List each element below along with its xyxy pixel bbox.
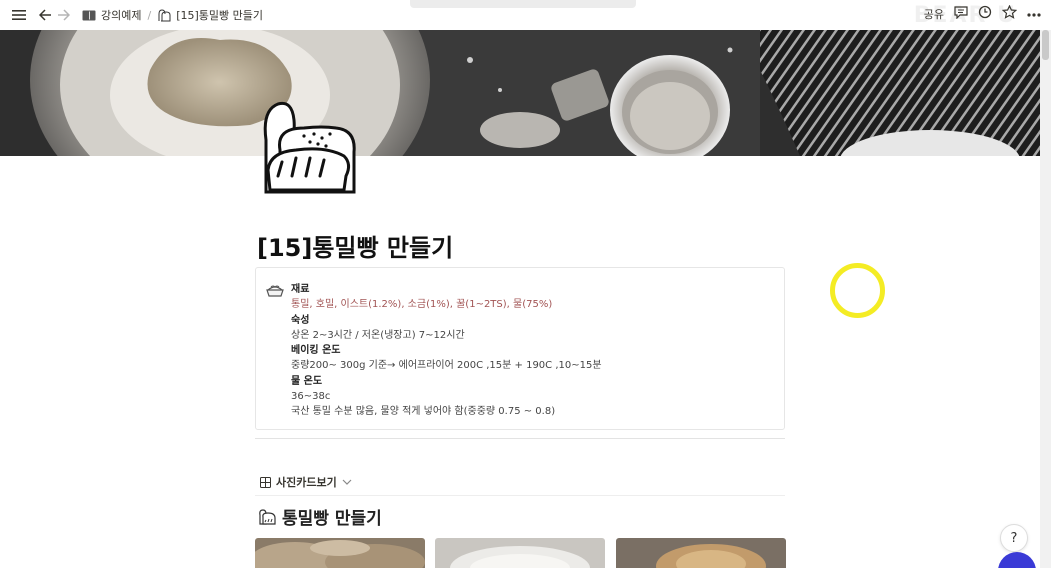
database-title[interactable]: 통밀빵 만들기	[258, 504, 382, 529]
comment-icon[interactable]	[954, 5, 968, 22]
fermentation-text: 상온 2~3시간 / 저온(냉장고) 7~12시간	[291, 329, 465, 341]
breadcrumb-separator: /	[147, 8, 152, 22]
section-heading-fermentation: 숙성	[291, 314, 310, 326]
divider	[255, 438, 785, 439]
page-scrollbar[interactable]	[1040, 30, 1051, 568]
top-right-actions: 공유	[924, 4, 1041, 22]
cursor-highlight	[830, 263, 885, 318]
gallery-view-tab[interactable]: 사진카드보기	[260, 474, 352, 490]
breadcrumb-current-label: [15]통밀빵 만들기	[176, 9, 263, 22]
view-label: 사진카드보기	[276, 476, 337, 489]
section-heading-ingredients: 재료	[291, 284, 310, 295]
menu-icon[interactable]	[10, 6, 28, 24]
gallery-card[interactable]	[435, 538, 605, 568]
chat-support-button[interactable]	[998, 552, 1036, 568]
callout-content: 재료 통밀, 호밀, 이스트(1.2%), 소금(1%), 꿀(1~2TS), …	[291, 282, 602, 420]
bread-page-icon[interactable]	[256, 100, 364, 200]
bread-icon	[259, 508, 276, 525]
cover-image[interactable]	[0, 30, 1040, 156]
database-title-label: 통밀빵 만들기	[282, 509, 382, 529]
breadcrumb-parent-label: 강의예제	[101, 9, 142, 22]
more-options-icon[interactable]	[1027, 7, 1041, 20]
back-arrow-icon[interactable]	[36, 6, 54, 24]
breadcrumb-parent[interactable]: 강의예제	[82, 7, 141, 23]
bread-icon	[158, 8, 171, 21]
gallery-card[interactable]	[616, 538, 786, 568]
view-divider	[255, 495, 785, 496]
baking-temp-text: 중량200~ 300g 기준→ 에어프라이어 200C ,15분 + 190C …	[291, 360, 602, 372]
favorite-star-icon[interactable]	[1001, 4, 1018, 22]
share-button[interactable]: 공유	[924, 6, 944, 22]
page-title[interactable]: [15]통밀빵 만들기	[257, 228, 453, 263]
chevron-down-icon[interactable]	[342, 479, 352, 485]
section-heading-water-temp: 물 온도	[291, 375, 323, 387]
water-note-text: 국산 통밀 수분 많음, 물양 적게 넣어야 함(중중량 0.75 ~ 0.8)	[291, 406, 556, 418]
forward-arrow-icon[interactable]	[54, 6, 72, 24]
section-heading-baking-temp: 베이킹 온도	[291, 345, 341, 357]
water-temp-text: 36~38c	[291, 391, 331, 403]
bread-basket-icon	[266, 282, 284, 298]
book-icon	[82, 10, 96, 20]
top-center-tab	[410, 0, 636, 8]
help-button[interactable]: ?	[1000, 524, 1028, 552]
gallery-card[interactable]	[255, 538, 425, 568]
gallery-grid-icon	[260, 476, 271, 488]
breadcrumb-current[interactable]: [15]통밀빵 만들기	[157, 7, 263, 23]
scrollbar-thumb[interactable]	[1042, 30, 1049, 60]
ingredients-text: 통밀, 호밀, 이스트(1.2%), 소금(1%), 꿀(1~2TS), 물(7…	[291, 299, 553, 311]
recipe-callout[interactable]: 재료 통밀, 호밀, 이스트(1.2%), 소금(1%), 꿀(1~2TS), …	[255, 267, 785, 430]
history-clock-icon[interactable]	[978, 5, 992, 22]
